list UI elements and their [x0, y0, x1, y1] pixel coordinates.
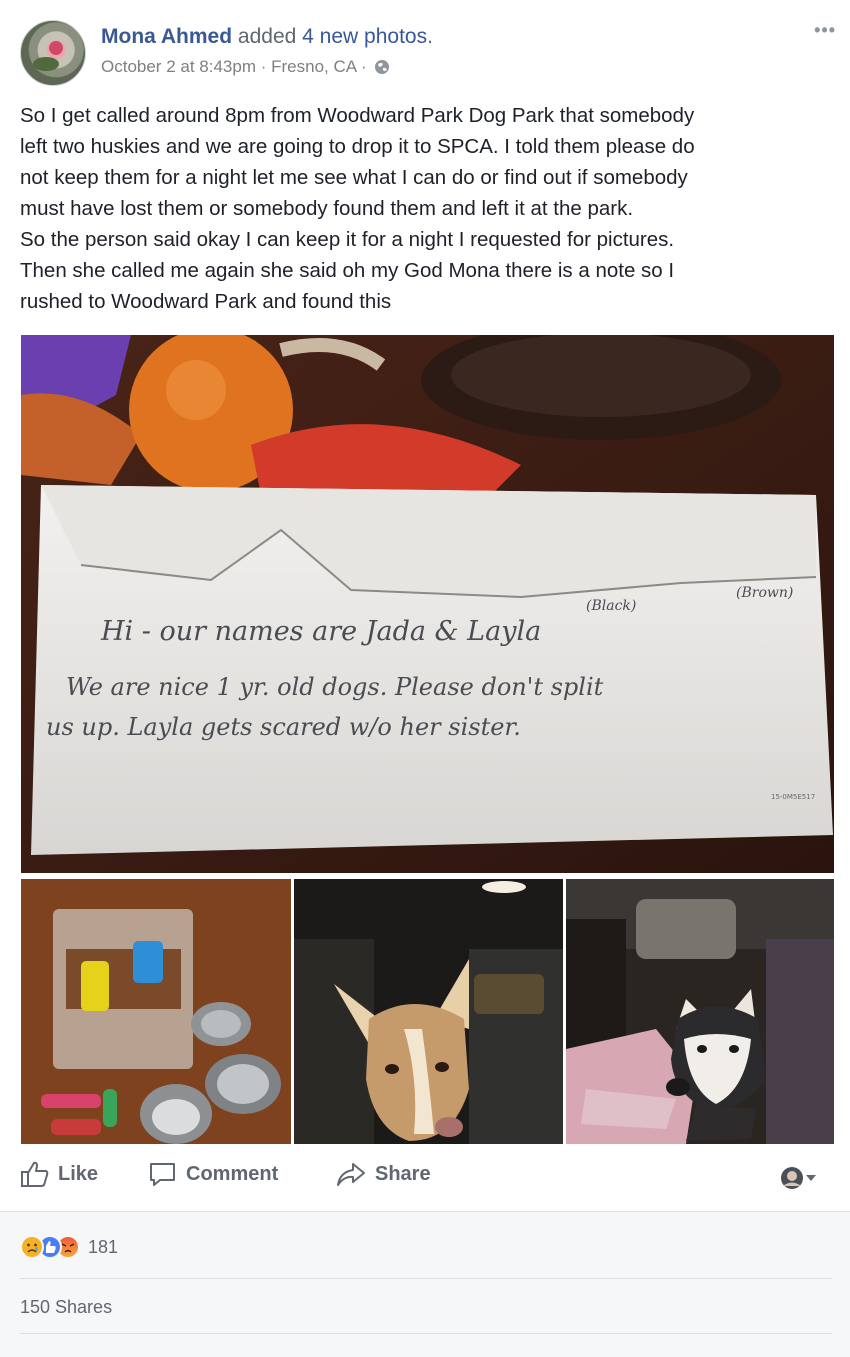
footer-divider — [20, 1278, 832, 1279]
post-text-line: So I get called around 8pm from Woodward… — [20, 104, 695, 127]
post-as-selector[interactable] — [780, 1166, 818, 1190]
post-location[interactable]: Fresno, CA — [271, 57, 356, 76]
note-photo-illustration: Hi - our names are Jada & Layla (Black) … — [21, 335, 834, 873]
post-text-line: rushed to Woodward Park and found this — [20, 290, 392, 313]
profile-avatar-icon — [781, 1167, 803, 1189]
bottom-divider — [20, 1333, 832, 1334]
post-text-line: not keep them for a night let me see wha… — [20, 166, 688, 189]
photo-note[interactable]: Hi - our names are Jada & Layla (Black) … — [21, 335, 834, 873]
photo-count-link[interactable]: 4 new photos — [302, 25, 427, 48]
action-prefix: added — [237, 25, 297, 48]
action-suffix: . — [427, 25, 433, 48]
sad-reaction-icon — [20, 1235, 44, 1259]
share-button[interactable]: Share — [335, 1160, 431, 1188]
thumbs-up-icon — [21, 1161, 49, 1187]
photo-black-husky[interactable] — [566, 879, 834, 1144]
post-header: Mona Ahmed added 4 new photos. October 2… — [101, 22, 433, 82]
post-text-line: So the person said okay I can keep it fo… — [20, 228, 675, 251]
note-line-3: us up. Layla gets scared w/o her sister. — [46, 713, 521, 741]
comment-button[interactable]: Comment — [148, 1160, 278, 1188]
note-line-2: We are nice 1 yr. old dogs. Please don't… — [66, 673, 604, 701]
post-meta: October 2 at 8:43pm · Fresno, CA · — [101, 55, 433, 82]
share-arrow-icon — [337, 1163, 365, 1186]
post-timestamp[interactable]: October 2 at 8:43pm — [101, 57, 256, 76]
comment-label: Comment — [186, 1162, 279, 1185]
author-line: Mona Ahmed added 4 new photos. — [101, 22, 433, 52]
author-avatar[interactable] — [20, 20, 86, 86]
photo-supplies[interactable] — [21, 879, 291, 1144]
supplies-photo-illustration — [21, 879, 291, 1144]
post-footer — [0, 1212, 850, 1357]
note-line-1: Hi - our names are Jada & Layla — [100, 616, 541, 647]
more-options-icon[interactable]: ••• — [814, 20, 836, 41]
shares-count-link[interactable]: 150 Shares — [20, 1297, 112, 1318]
author-name[interactable]: Mona Ahmed — [101, 25, 232, 48]
reaction-count: 181 — [88, 1236, 119, 1257]
chevron-down-icon — [806, 1175, 816, 1181]
post-text-line: left two huskies and we are going to dro… — [20, 135, 695, 158]
reactions-summary[interactable]: 181 — [20, 1235, 118, 1259]
photo-brown-husky[interactable] — [294, 879, 563, 1144]
post-text: So I get called around 8pm from Woodward… — [20, 100, 835, 317]
comment-icon — [150, 1163, 175, 1186]
avatar-flower — [49, 41, 63, 55]
avatar-leaf — [33, 57, 59, 71]
share-label: Share — [375, 1162, 431, 1185]
post-text-line: Then she called me again she said oh my … — [20, 259, 675, 282]
note-stamp: 15-0M5E517 — [771, 793, 815, 801]
black-husky-photo-illustration — [566, 879, 834, 1144]
like-label: Like — [58, 1162, 99, 1185]
post-text-line: must have lost them or somebody found th… — [20, 197, 634, 220]
brown-husky-photo-illustration — [294, 879, 563, 1144]
note-label-black: (Black) — [586, 598, 636, 614]
note-label-brown: (Brown) — [736, 585, 793, 601]
action-bar: Like Comment Share — [0, 1160, 850, 1200]
globe-icon[interactable] — [374, 58, 390, 82]
like-button[interactable]: Like — [20, 1160, 98, 1188]
meta-separator: · — [260, 57, 267, 76]
facebook-post: Mona Ahmed added 4 new photos. October 2… — [0, 0, 850, 1357]
meta-separator-2: · — [360, 57, 367, 76]
